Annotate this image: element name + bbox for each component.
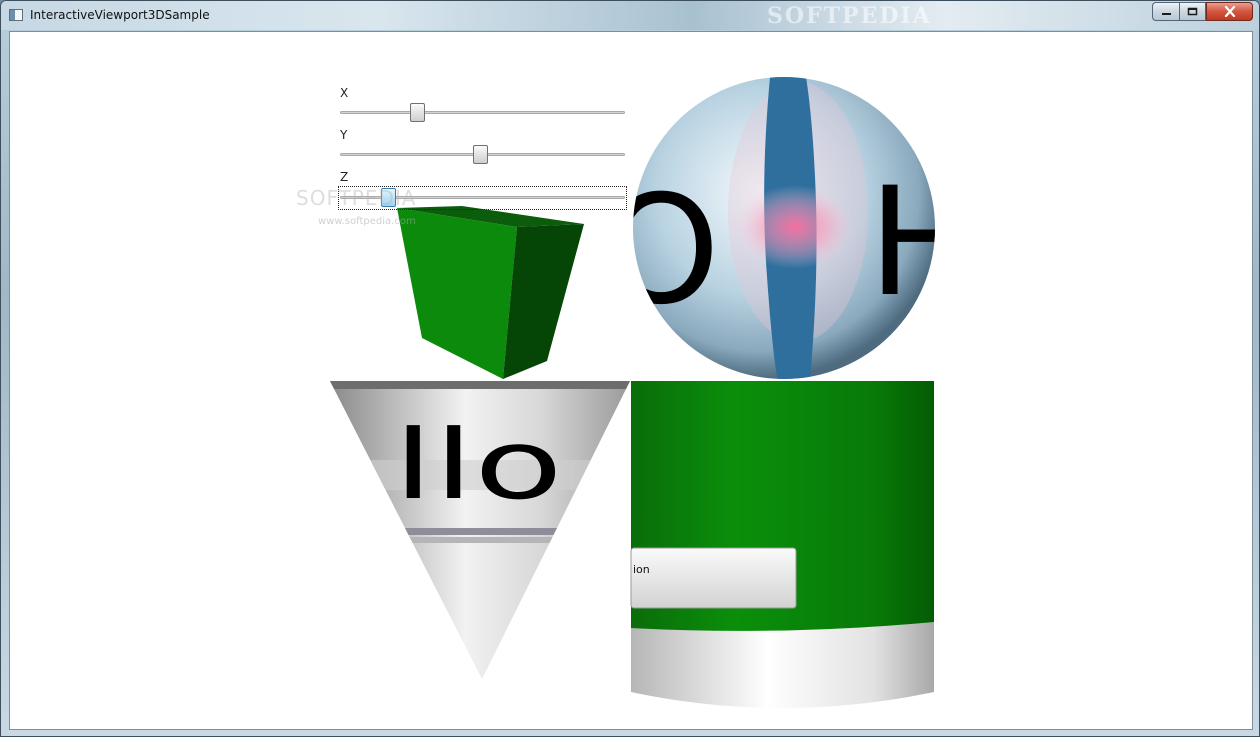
close-button[interactable]: [1206, 2, 1253, 21]
softpedia-watermark-overlay: SOFTPEDIA: [296, 186, 417, 210]
caption-buttons: [1152, 2, 1253, 21]
green-box[interactable]: [397, 206, 584, 379]
textured-cylinder[interactable]: ion: [630, 381, 934, 708]
maximize-button[interactable]: [1179, 2, 1206, 21]
cone-text: llo: [393, 409, 563, 521]
sphere-text-right: H: [868, 156, 981, 330]
cylinder-button[interactable]: ion: [630, 547, 797, 609]
viewport-client-area: O H llo ion X Y Z SOFTPEDIA www.softpedi…: [9, 31, 1253, 730]
slider-label-z: Z: [340, 170, 350, 184]
softpedia-watermark: SOFTPEDIA: [767, 3, 932, 29]
slider-x-track[interactable]: [340, 111, 625, 114]
minimize-button[interactable]: [1152, 2, 1179, 21]
maximize-icon: [1187, 7, 1198, 16]
softpedia-watermark-url: www.softpedia.com: [318, 216, 416, 227]
slider-x-thumb[interactable]: [409, 103, 425, 122]
slider-label-y: Y: [340, 128, 349, 142]
slider-y-thumb[interactable]: [472, 145, 488, 164]
close-icon: [1224, 6, 1235, 17]
slider-label-x: X: [340, 86, 350, 100]
textured-sphere[interactable]: O H: [602, 77, 981, 382]
cylinder-button-label: ion: [633, 563, 650, 576]
textured-cone[interactable]: llo: [330, 381, 630, 679]
minimize-icon: [1161, 13, 1171, 15]
app-window: InteractiveViewport3DSample SOFTPEDIA O …: [0, 0, 1260, 737]
title-bar[interactable]: InteractiveViewport3DSample SOFTPEDIA: [1, 1, 1259, 30]
slider-x[interactable]: [340, 103, 625, 123]
slider-y[interactable]: [340, 145, 625, 165]
window-title: InteractiveViewport3DSample: [30, 8, 210, 22]
app-icon[interactable]: [9, 9, 23, 21]
